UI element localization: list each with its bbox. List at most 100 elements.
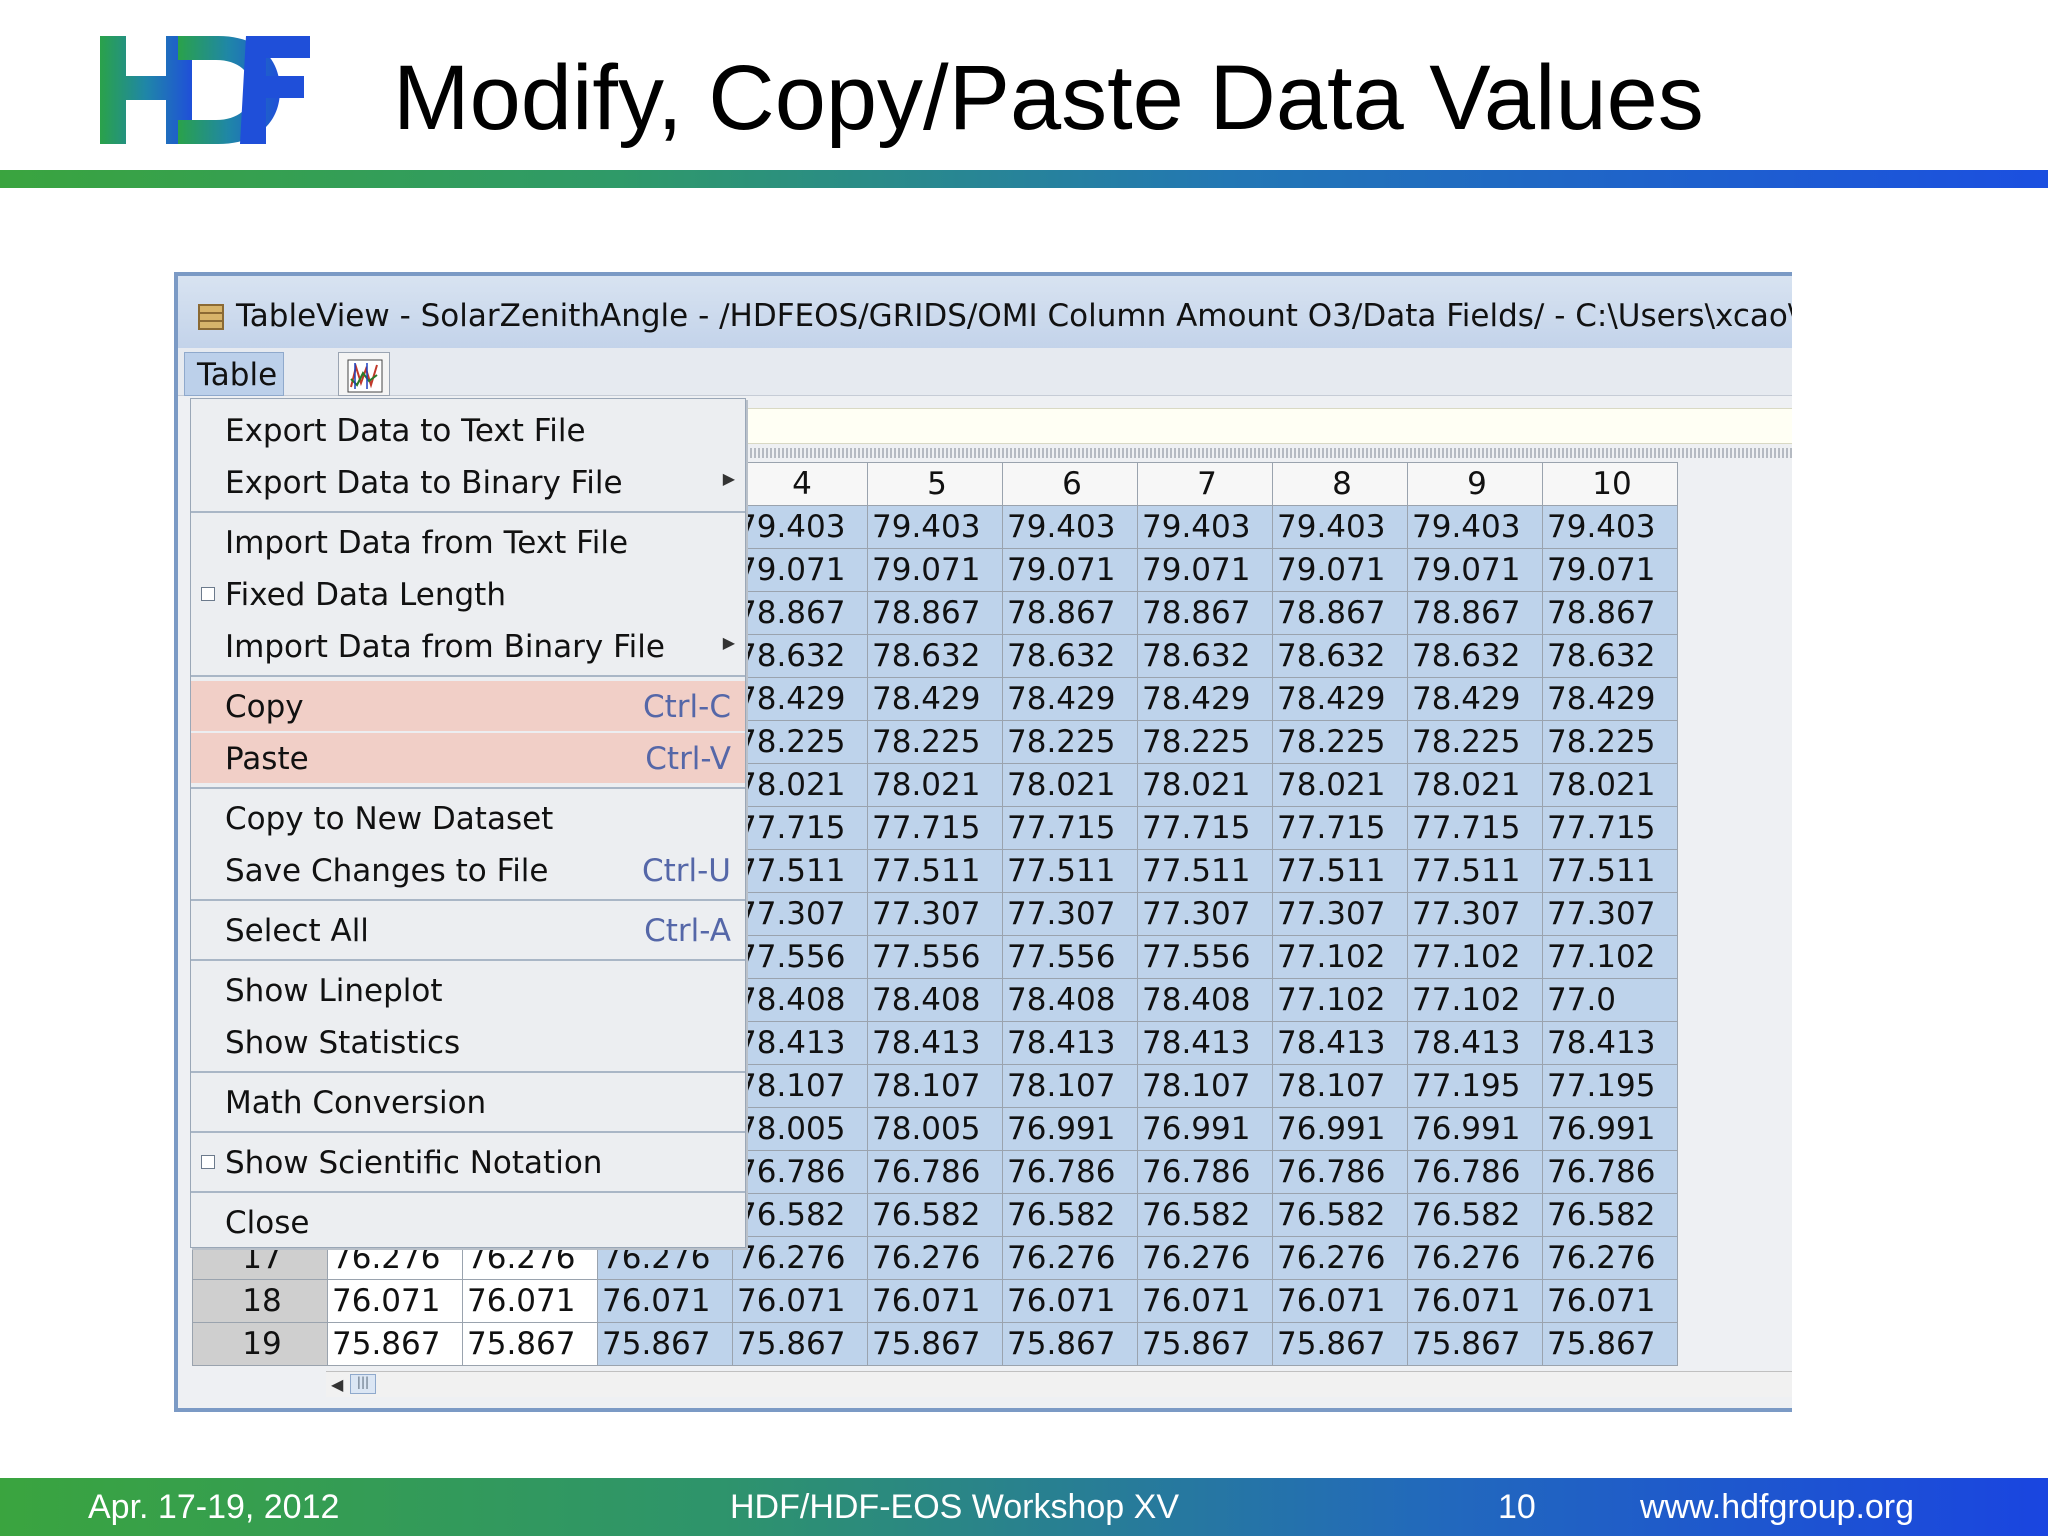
table-cell[interactable]: 76.582	[1137, 1193, 1273, 1237]
table-cell[interactable]: 78.225	[1137, 720, 1273, 764]
table-cell[interactable]: 75.867	[462, 1322, 598, 1366]
table-cell[interactable]: 78.429	[1407, 677, 1543, 721]
table-cell[interactable]: 78.429	[1137, 677, 1273, 721]
column-header[interactable]: 7	[1137, 462, 1273, 506]
table-cell[interactable]: 78.107	[1272, 1064, 1408, 1108]
table-cell[interactable]: 78.632	[867, 634, 1003, 678]
table-cell[interactable]: 76.786	[1137, 1150, 1273, 1194]
table-cell[interactable]: 75.867	[1002, 1322, 1138, 1366]
table-cell[interactable]: 79.403	[732, 505, 868, 549]
table-cell[interactable]: 76.991	[1542, 1107, 1678, 1151]
column-header[interactable]: 10	[1542, 462, 1678, 506]
table-cell[interactable]: 78.225	[1272, 720, 1408, 764]
table-cell[interactable]: 78.413	[732, 1021, 868, 1065]
table-cell[interactable]: 75.867	[327, 1322, 463, 1366]
table-cell[interactable]: 77.307	[732, 892, 868, 936]
table-cell[interactable]: 77.307	[1137, 892, 1273, 936]
table-cell[interactable]: 78.429	[1002, 677, 1138, 721]
table-cell[interactable]: 79.403	[1407, 505, 1543, 549]
table-cell[interactable]: 76.276	[1272, 1236, 1408, 1280]
table-cell[interactable]: 78.867	[867, 591, 1003, 635]
column-header[interactable]: 6	[1002, 462, 1138, 506]
menu-item-copy-to-new-dataset[interactable]: Copy to New Dataset	[191, 793, 745, 843]
table-cell[interactable]: 76.582	[1407, 1193, 1543, 1237]
table-cell[interactable]: 79.071	[1137, 548, 1273, 592]
table-cell[interactable]: 76.276	[1002, 1236, 1138, 1280]
table-cell[interactable]: 76.991	[1002, 1107, 1138, 1151]
table-cell[interactable]: 79.071	[732, 548, 868, 592]
table-cell[interactable]: 79.403	[1002, 505, 1138, 549]
table-cell[interactable]: 79.071	[1002, 548, 1138, 592]
table-cell[interactable]: 79.403	[1272, 505, 1408, 549]
table-cell[interactable]: 78.413	[867, 1021, 1003, 1065]
table-cell[interactable]: 77.195	[1407, 1064, 1543, 1108]
table-cell[interactable]: 77.715	[1272, 806, 1408, 850]
table-cell[interactable]: 77.102	[1407, 978, 1543, 1022]
table-cell[interactable]: 78.429	[732, 677, 868, 721]
table-cell[interactable]: 76.786	[732, 1150, 868, 1194]
table-cell[interactable]: 77.556	[732, 935, 868, 979]
table-cell[interactable]: 76.276	[1407, 1236, 1543, 1280]
table-cell[interactable]: 78.413	[1002, 1021, 1138, 1065]
table-cell[interactable]: 76.276	[1542, 1236, 1678, 1280]
menu-item-math-conversion[interactable]: Math Conversion	[191, 1077, 745, 1127]
column-header[interactable]: 8	[1272, 462, 1408, 506]
table-cell[interactable]: 78.021	[732, 763, 868, 807]
table-cell[interactable]: 75.867	[867, 1322, 1003, 1366]
table-cell[interactable]: 78.021	[867, 763, 1003, 807]
table-cell[interactable]: 77.195	[1542, 1064, 1678, 1108]
table-cell[interactable]: 78.867	[1407, 591, 1543, 635]
table-cell[interactable]: 77.715	[867, 806, 1003, 850]
table-cell[interactable]: 76.991	[1137, 1107, 1273, 1151]
table-cell[interactable]: 76.071	[867, 1279, 1003, 1323]
table-cell[interactable]: 77.102	[1272, 935, 1408, 979]
table-cell[interactable]: 76.582	[732, 1193, 868, 1237]
table-cell[interactable]: 75.867	[1542, 1322, 1678, 1366]
table-cell[interactable]: 78.225	[1002, 720, 1138, 764]
menu-item-save-changes-to-file[interactable]: Save Changes to File Ctrl-U	[191, 845, 745, 895]
table-cell[interactable]: 76.276	[732, 1236, 868, 1280]
table-cell[interactable]: 78.225	[732, 720, 868, 764]
scroll-left-icon[interactable]: ◀	[326, 1372, 348, 1398]
table-cell[interactable]: 77.307	[1407, 892, 1543, 936]
table-cell[interactable]: 79.403	[867, 505, 1003, 549]
table-cell[interactable]: 76.071	[597, 1279, 733, 1323]
menu-table[interactable]: Table	[184, 352, 284, 396]
table-cell[interactable]: 76.071	[732, 1279, 868, 1323]
table-cell[interactable]: 76.786	[1002, 1150, 1138, 1194]
table-cell[interactable]: 76.071	[1272, 1279, 1408, 1323]
table-cell[interactable]: 78.225	[1542, 720, 1678, 764]
menu-item-paste[interactable]: Paste Ctrl-V	[191, 733, 745, 783]
table-cell[interactable]: 78.632	[1002, 634, 1138, 678]
table-cell[interactable]: 77.715	[732, 806, 868, 850]
table-cell[interactable]: 78.408	[1137, 978, 1273, 1022]
table-cell[interactable]: 76.276	[867, 1236, 1003, 1280]
table-cell[interactable]: 77.102	[1542, 935, 1678, 979]
table-cell[interactable]: 77.556	[1137, 935, 1273, 979]
table-cell[interactable]: 77.102	[1407, 935, 1543, 979]
table-cell[interactable]: 77.556	[1002, 935, 1138, 979]
table-cell[interactable]: 76.071	[1542, 1279, 1678, 1323]
table-cell[interactable]: 78.107	[1137, 1064, 1273, 1108]
table-cell[interactable]: 76.991	[1272, 1107, 1408, 1151]
table-cell[interactable]: 79.403	[1542, 505, 1678, 549]
table-cell[interactable]: 77.715	[1137, 806, 1273, 850]
table-cell[interactable]: 78.408	[732, 978, 868, 1022]
checkbox-icon[interactable]	[201, 587, 215, 601]
table-cell[interactable]: 76.071	[1407, 1279, 1543, 1323]
table-cell[interactable]: 77.511	[1542, 849, 1678, 893]
table-cell[interactable]: 78.413	[1137, 1021, 1273, 1065]
table-cell[interactable]: 77.511	[1002, 849, 1138, 893]
table-cell[interactable]: 76.071	[462, 1279, 598, 1323]
menu-item-import-data-from-text-file[interactable]: Import Data from Text File	[191, 517, 745, 567]
table-cell[interactable]: 77.307	[1272, 892, 1408, 936]
table-cell[interactable]: 78.413	[1407, 1021, 1543, 1065]
table-cell[interactable]: 77.511	[867, 849, 1003, 893]
table-cell[interactable]: 78.005	[867, 1107, 1003, 1151]
table-cell[interactable]: 77.715	[1002, 806, 1138, 850]
table-cell[interactable]: 77.511	[1137, 849, 1273, 893]
table-cell[interactable]: 78.867	[1272, 591, 1408, 635]
table-cell[interactable]: 77.556	[867, 935, 1003, 979]
table-cell[interactable]: 76.786	[867, 1150, 1003, 1194]
table-cell[interactable]: 76.071	[1002, 1279, 1138, 1323]
